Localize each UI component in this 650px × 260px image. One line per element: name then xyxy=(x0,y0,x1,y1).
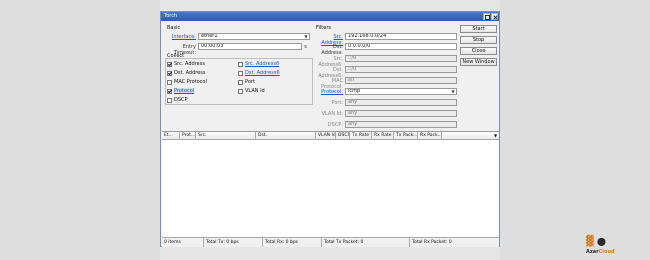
checkbox-label: Dst. Address xyxy=(174,70,206,76)
checkbox-icon xyxy=(238,88,243,94)
brand-text-a: Azar xyxy=(586,249,599,255)
chevron-down-icon: ▼ xyxy=(304,34,308,39)
interface-value: ether1 xyxy=(201,33,218,39)
brand-text: AzarCloud xyxy=(586,249,615,255)
column-header-rx-packets[interactable]: Rx Pack... xyxy=(418,132,442,139)
filters-group-title: Filters xyxy=(316,25,331,31)
filter-dst-address-value: 0.0.0.0/0 xyxy=(348,43,371,49)
filter-src-address6-input[interactable]: ::/0 xyxy=(345,55,457,62)
filter-vlan-id-label: VLAN Id: xyxy=(321,111,343,117)
column-header-eth[interactable]: Et... xyxy=(162,132,180,139)
status-bar: 0 items Total Tx: 0 bps Total Rx: 0 bps … xyxy=(162,237,499,247)
filter-port-label: Port: xyxy=(331,100,343,106)
filter-port-input[interactable]: any xyxy=(345,99,457,106)
background-left xyxy=(0,0,160,260)
checkbox-label: VLAN Id xyxy=(245,88,265,94)
torch-window: Torch Basic Interface: ether1 ▼ Entry Ti… xyxy=(160,11,500,247)
brand-text-b: Cloud xyxy=(599,249,615,255)
brand-logo-mark: ▓ xyxy=(586,234,594,247)
column-header-dst[interactable]: Dst. xyxy=(256,132,316,139)
column-header-rx-rate[interactable]: Rx Rate xyxy=(372,132,394,139)
filter-dst-address6-value: ::/0 xyxy=(348,66,357,72)
filter-dst-address6-input[interactable]: ::/0 xyxy=(345,66,457,73)
window-title: Torch xyxy=(164,13,178,19)
stop-button[interactable]: Stop xyxy=(460,36,497,44)
restore-icon[interactable] xyxy=(483,13,490,20)
status-total-tx-packet: Total Tx Packet: 0 xyxy=(322,238,410,247)
status-total-rx: Total Rx: 0 bps xyxy=(263,238,322,247)
results-table[interactable]: Et... Prot... Src. Dst. VLAN Id DSCP Tx … xyxy=(162,131,499,237)
close-icon[interactable] xyxy=(491,13,498,20)
column-header-src[interactable]: Src. xyxy=(196,132,256,139)
window-titlebar[interactable]: Torch xyxy=(161,12,499,21)
checkbox-label: Src. Address6 xyxy=(245,61,280,67)
checkbox-checked-icon xyxy=(167,88,172,94)
collect-protocol-checkbox[interactable]: Protocol xyxy=(167,88,195,94)
filter-mac-protocol-select[interactable]: all xyxy=(345,77,457,84)
collect-src-address-checkbox[interactable]: Src. Address xyxy=(167,61,205,67)
column-menu-icon[interactable]: ▼ xyxy=(492,132,499,139)
filter-dscp-label: DSCP: xyxy=(327,122,343,128)
collect-dst-address-checkbox[interactable]: Dst. Address xyxy=(167,70,206,76)
checkbox-label: MAC Protocol xyxy=(174,79,207,85)
checkbox-checked-icon xyxy=(167,70,172,76)
column-header-dscp[interactable]: DSCP xyxy=(336,132,350,139)
checkbox-icon xyxy=(167,97,172,103)
checkbox-label: Dst. Address6 xyxy=(245,70,280,76)
status-total-rx-packet: Total Rx Packet: 0 xyxy=(412,240,452,245)
column-header-tx-rate[interactable]: Tx Rate xyxy=(350,132,372,139)
filter-src-address-value: 192.168.0.0/24 xyxy=(348,33,387,39)
checkbox-icon xyxy=(238,79,243,85)
filter-vlan-id-value: any xyxy=(348,110,358,116)
filter-mac-protocol-value: all xyxy=(348,77,354,83)
checkbox-icon xyxy=(238,70,243,76)
collect-mac-protocol-checkbox[interactable]: MAC Protocol xyxy=(167,79,207,85)
status-total-tx: Total Tx: 0 bps xyxy=(204,238,263,247)
chevron-down-icon: ▼ xyxy=(451,89,455,94)
collect-dst-address6-checkbox[interactable]: Dst. Address6 xyxy=(238,70,280,76)
filter-protocol-select[interactable]: icmp ▼ xyxy=(345,88,457,95)
checkbox-label: Protocol xyxy=(174,88,195,94)
checkbox-label: DSCP xyxy=(174,97,188,103)
filter-port-value: any xyxy=(348,99,358,105)
filter-dscp-input[interactable]: any xyxy=(345,121,457,128)
column-header-protocol[interactable]: Prot... xyxy=(180,132,196,139)
background-right xyxy=(500,0,650,260)
table-header: Et... Prot... Src. Dst. VLAN Id DSCP Tx … xyxy=(162,132,499,140)
filter-dst-address-input[interactable]: 0.0.0.0/0 xyxy=(345,43,457,50)
filter-dst-address-label: Dst. Address: xyxy=(321,44,343,56)
filter-src-address6-value: ::/0 xyxy=(348,55,357,61)
checkbox-label: Src. Address xyxy=(174,61,205,67)
checkbox-icon xyxy=(167,79,172,85)
brand-logo-glyph: ⬤ xyxy=(597,237,606,246)
checkbox-checked-icon xyxy=(167,61,172,67)
start-button[interactable]: Start xyxy=(460,25,497,33)
column-header-vlan-id[interactable]: VLAN Id xyxy=(316,132,336,139)
column-header-tx-packets[interactable]: Tx Pack... xyxy=(394,132,418,139)
filter-protocol-label[interactable]: Protocol: xyxy=(311,89,343,95)
collect-vlan-id-checkbox[interactable]: VLAN Id xyxy=(238,88,265,94)
filter-dscp-value: any xyxy=(348,121,358,127)
brand-logo: ▓ ⬤ AzarCloud xyxy=(586,234,615,255)
filter-vlan-id-input[interactable]: any xyxy=(345,110,457,117)
collect-port-checkbox[interactable]: Port xyxy=(238,79,255,85)
interface-select[interactable]: ether1 ▼ xyxy=(198,33,310,40)
entry-timeout-value: 00:00:03 xyxy=(201,43,224,49)
filter-src-address-input[interactable]: 192.168.0.0/24 xyxy=(345,33,457,40)
basic-group-title: Basic xyxy=(167,25,181,31)
checkbox-icon xyxy=(238,61,243,67)
new-window-button[interactable]: New Window xyxy=(460,58,497,66)
close-button[interactable]: Close xyxy=(460,47,497,55)
interface-label[interactable]: Interface: xyxy=(163,34,196,40)
entry-timeout-unit: s xyxy=(304,44,307,50)
collect-src-address6-checkbox[interactable]: Src. Address6 xyxy=(238,61,279,67)
status-items-count: 0 items xyxy=(162,238,204,247)
filter-protocol-value: icmp xyxy=(348,88,361,94)
checkbox-label: Port xyxy=(245,79,255,85)
entry-timeout-input[interactable]: 00:00:03 xyxy=(198,43,302,50)
collect-dscp-checkbox[interactable]: DSCP xyxy=(167,97,188,103)
